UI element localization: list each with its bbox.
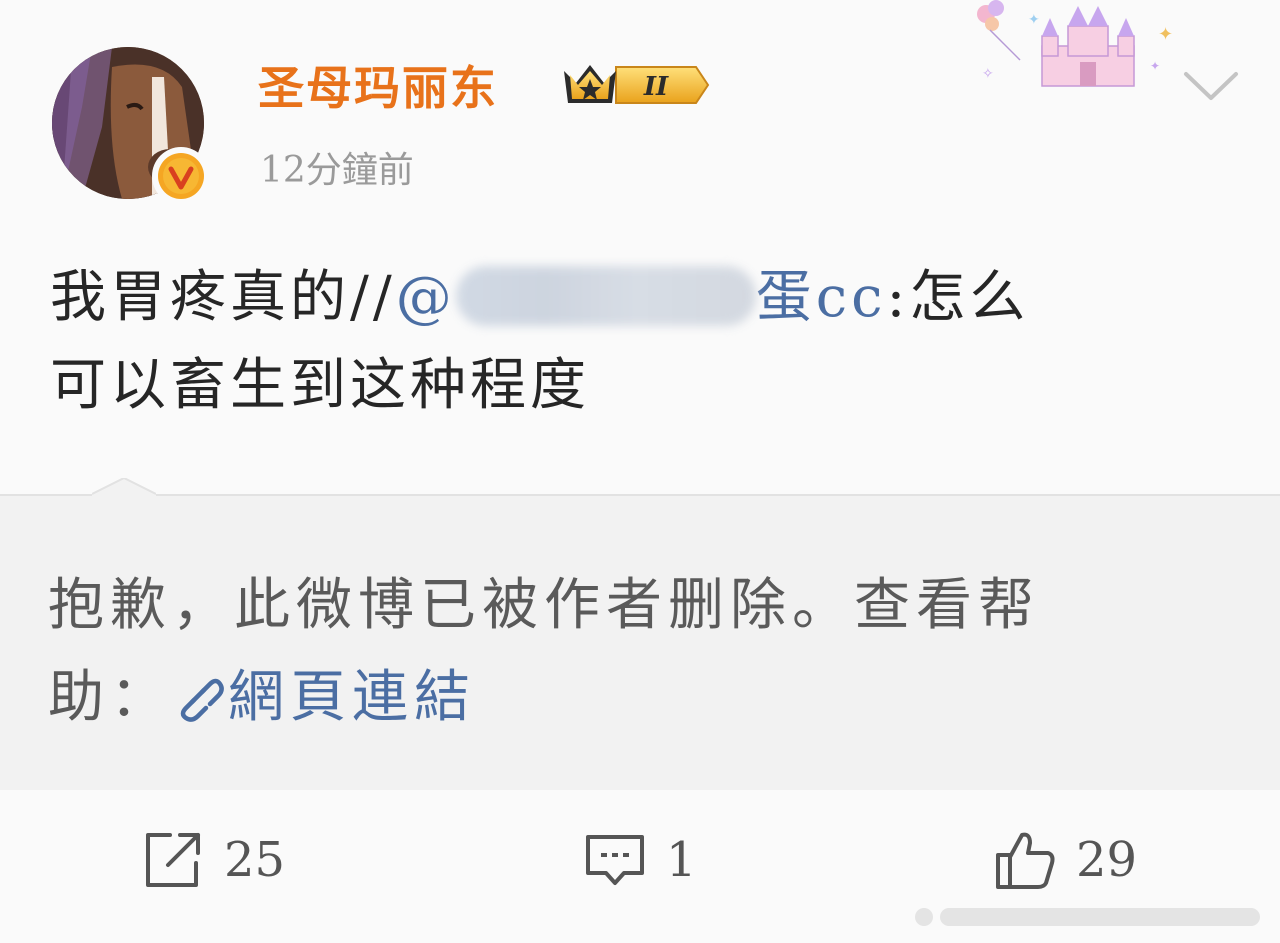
mention-at: @ [395,265,456,330]
svg-text:✦: ✦ [1158,24,1173,45]
link-icon [172,670,224,722]
post-menu-button[interactable] [1180,66,1242,106]
post-timestamp: 12分鐘前 [260,150,414,191]
username[interactable]: 圣母玛丽东 [258,56,498,120]
like-count: 29 [1076,832,1138,888]
deleted-notice-line-1: 抱歉，此微博已被作者删除。查看帮 [48,573,1040,638]
post-line-1: 我胃疼真的//@ 蛋cc:怎么 [50,254,1230,342]
blurred-username [455,266,756,326]
comment-button[interactable]: 1 [584,830,697,890]
post-text-after-mention: :怎么 [886,265,1030,330]
comment-count: 1 [666,832,697,888]
watermark [912,902,1274,932]
verified-badge [152,147,210,205]
chevron-down-icon [1184,72,1238,100]
castle-decoration: ✦ ✦ ✦ ✧ [972,0,1180,92]
deleted-notice: 抱歉，此微博已被作者删除。查看帮 助： 網頁連結 [48,560,1238,744]
vip-level-badge[interactable]: II [556,57,712,113]
vip-crown-badge-icon: II [564,65,710,104]
post-text-prefix: 我胃疼真的// [50,265,396,330]
repost-icon [142,829,204,891]
weibo-post-card: 圣母玛丽东 II 12分鐘前 ✦ ✦ ✦ ✧ 我胃疼真的//@ 蛋cc:怎么 可… [0,0,1280,943]
deleted-notice-line-2: 助： 網頁連結 [48,652,1238,744]
mention-link[interactable]: @ 蛋cc [396,265,887,330]
verified-v-icon [154,149,208,203]
repost-count: 25 [224,832,286,888]
svg-text:✦: ✦ [1150,59,1160,73]
castle-balloons-decoration: ✦ ✦ ✦ ✧ [977,0,1173,87]
post-body: 我胃疼真的//@ 蛋cc:怎么 可以畜生到这种程度 [50,254,1230,430]
svg-text:II: II [643,72,669,102]
repost-button[interactable]: 25 [142,830,285,890]
svg-text:✦: ✦ [1028,12,1040,28]
thumbs-up-icon [994,829,1056,891]
quote-notch [92,478,156,512]
deleted-notice-prefix: 助： [48,665,172,730]
mention-partial-end: 蛋cc [755,265,887,330]
like-button[interactable]: 29 [994,830,1137,890]
svg-text:✧: ✧ [982,66,994,82]
help-web-link[interactable]: 網頁連結 [172,665,476,730]
help-link-label: 網頁連結 [228,665,476,730]
post-line-2: 可以畜生到这种程度 [50,353,590,418]
comment-icon [584,829,646,891]
